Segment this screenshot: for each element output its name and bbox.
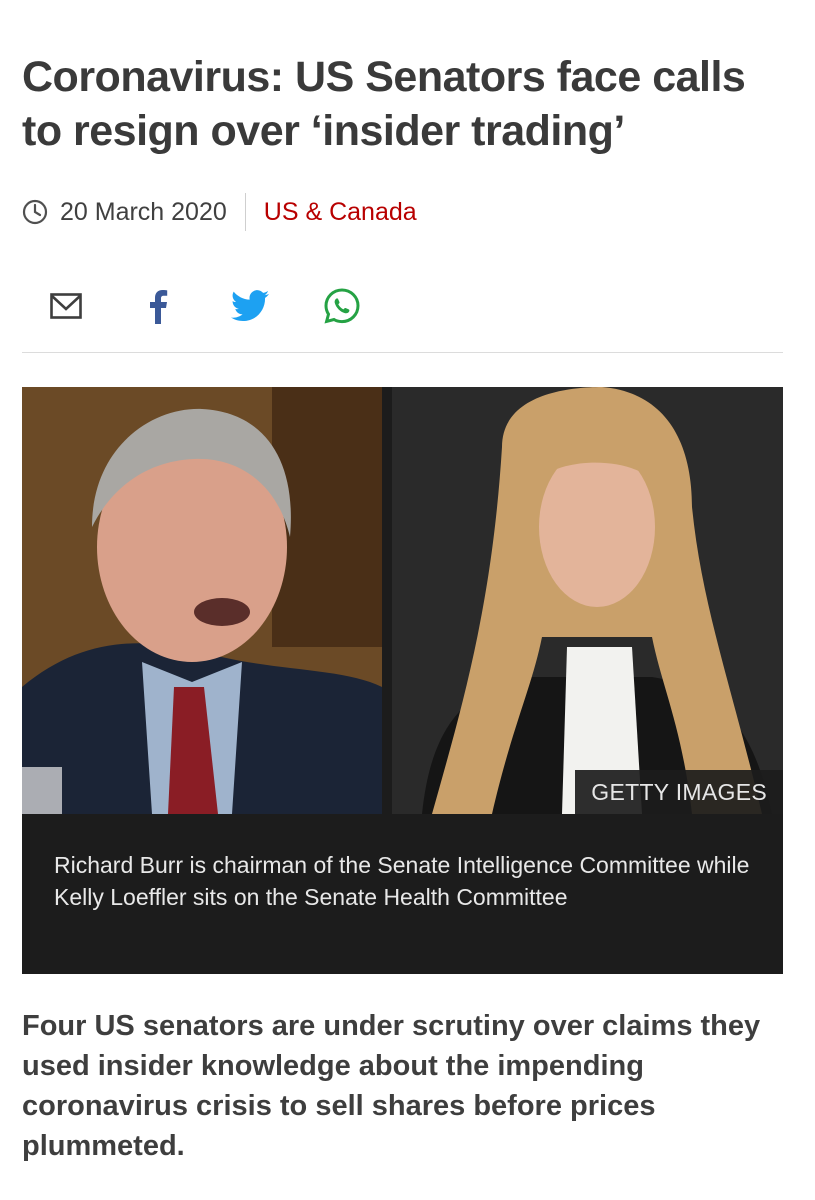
- article-meta: 20 March 2020 US & Canada: [22, 192, 417, 232]
- twitter-icon: [231, 290, 269, 322]
- facebook-icon: [150, 290, 168, 324]
- article-intro: Four US senators are under scrutiny over…: [22, 1010, 761, 1162]
- photo-kelly-loeffler: [392, 387, 783, 814]
- section-link[interactable]: US & Canada: [264, 198, 417, 227]
- whatsapp-share-button[interactable]: [320, 284, 364, 328]
- meta-divider: [244, 193, 246, 231]
- header-divider: [22, 352, 783, 353]
- share-tools: [44, 284, 412, 328]
- article-date: 20 March 2020: [60, 197, 227, 226]
- image-caption: Richard Burr is chairman of the Senate I…: [54, 852, 750, 910]
- email-icon: [50, 293, 82, 319]
- image-credit: GETTY IMAGES: [575, 770, 783, 814]
- photo-richard-burr: [22, 387, 382, 814]
- twitter-share-button[interactable]: [228, 284, 272, 328]
- facebook-share-button[interactable]: [136, 284, 180, 328]
- whatsapp-icon: [324, 288, 360, 324]
- lead-image-figure: GETTY IMAGES Richard Burr is chairman of…: [22, 387, 783, 974]
- article-headline: Coronavirus: US Senators face calls to r…: [22, 53, 746, 155]
- email-share-button[interactable]: [44, 284, 88, 328]
- clock-icon: [22, 199, 48, 225]
